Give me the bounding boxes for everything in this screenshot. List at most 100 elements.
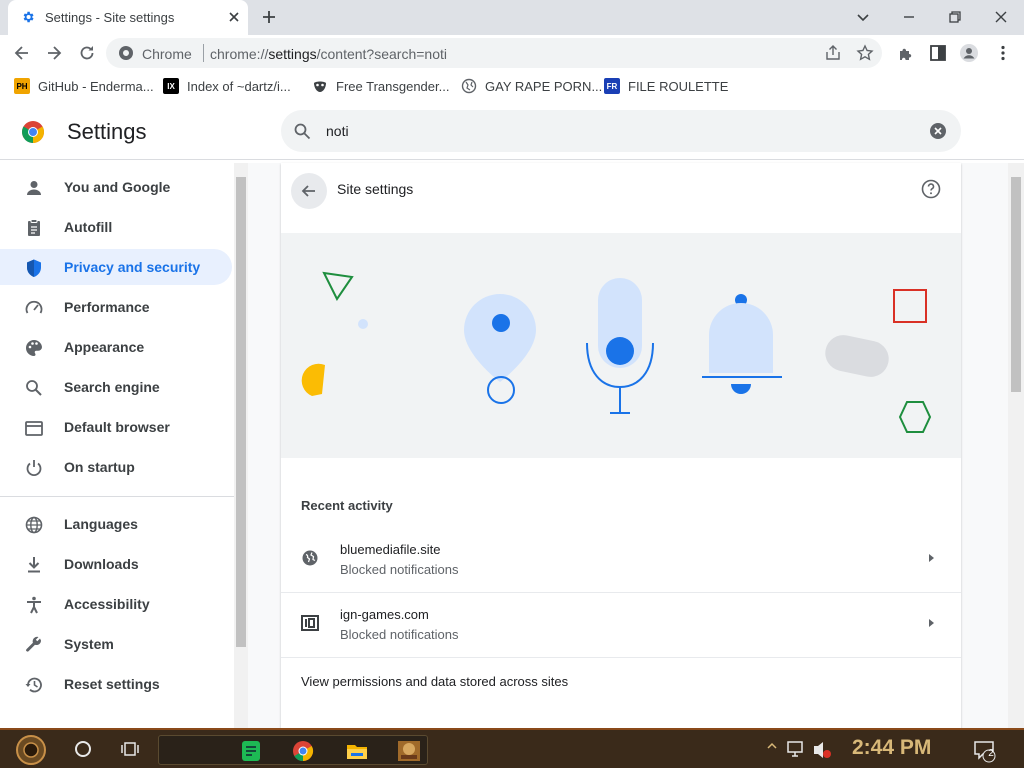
bookmark-globe-site[interactable]: GAY RAPE PORN... [461,77,602,95]
forward-arrow-icon[interactable] [44,43,64,63]
back-arrow-icon[interactable] [12,43,32,63]
search-input[interactable] [326,120,886,142]
start-button-icon[interactable] [14,734,48,766]
clear-search-icon[interactable] [929,122,947,140]
site-settings-illustration [281,233,961,458]
chrome-app-icon[interactable] [291,740,315,762]
bookmark-file-roulette[interactable]: FR FILE ROULETTE [604,77,728,95]
recent-site-row[interactable]: ign-games.com Blocked notifications [281,593,961,658]
extensions-icon[interactable] [896,43,916,63]
new-tab-icon[interactable] [260,8,278,26]
sidebar-item-downloads[interactable]: Downloads [0,546,232,582]
settings-search[interactable] [281,110,961,152]
settings-header: Settings [0,104,1024,160]
sidebar-item-performance[interactable]: Performance [0,289,232,325]
ign-favicon-icon [301,615,319,631]
minimize-icon[interactable] [898,6,920,28]
chevron-right-icon [929,554,934,562]
sidebar-item-reset[interactable]: Reset settings [0,666,232,702]
clipboard-icon [28,219,40,236]
sidebar-item-on-startup[interactable]: On startup [0,449,232,485]
sidebar-item-languages[interactable]: Languages [0,506,232,542]
game-app-icon[interactable] [397,740,421,762]
notes-app-icon[interactable] [239,740,263,762]
back-arrow-icon [301,185,315,197]
globe-icon [25,516,43,534]
sidebar-item-appearance[interactable]: Appearance [0,329,232,365]
tab-title: Settings - Site settings [45,10,175,25]
bookmark-index[interactable]: IX Index of ~dartz/i... [163,77,291,95]
clock[interactable]: 2:44 PM [852,736,931,760]
help-icon[interactable] [921,179,941,199]
search-circle-icon[interactable] [74,740,92,758]
chevron-right-icon [929,619,934,627]
search-icon [294,123,311,140]
main-scroll-thumb[interactable] [1011,177,1021,392]
tab-settings[interactable]: Settings - Site settings [8,0,248,35]
sidebar-scroll-thumb[interactable] [236,177,246,647]
index-favicon-icon: IX [163,78,179,94]
bookmark-label: Free Transgender... [336,78,450,94]
bookmark-label: FILE ROULETTE [628,78,729,94]
recent-site-row[interactable]: bluemediafile.site Blocked notifications [281,528,961,593]
restore-icon[interactable] [944,6,966,28]
bookmarks-bar: PH GitHub - Enderma... IX Index of ~dart… [0,71,1024,99]
shield-icon [27,259,41,277]
bookmark-label: GAY RAPE PORN... [485,78,603,94]
bookmark-free-transgender[interactable]: Free Transgender... [312,77,449,95]
omnibox-separator [203,44,204,62]
close-icon[interactable] [226,9,242,25]
tab-strip: Settings - Site settings [0,0,1024,35]
settings-sidebar: You and Google Autofill Privacy and secu… [0,163,234,728]
file-explorer-icon[interactable] [345,740,369,762]
bookmark-star-icon[interactable] [856,44,874,62]
globe-icon [461,78,477,94]
main-scrollbar[interactable] [1008,163,1024,728]
sidebar-scrollbar[interactable] [234,163,248,728]
side-panel-icon[interactable] [928,43,948,63]
profile-avatar-icon[interactable] [959,43,979,63]
share-icon[interactable] [824,44,842,62]
download-icon [28,557,40,573]
origin-chip: Chrome [142,46,192,62]
sidebar-item-accessibility[interactable]: Accessibility [0,586,232,622]
power-icon [26,460,42,477]
roulette-favicon-icon: FR [604,78,620,94]
task-view-icon[interactable] [120,740,140,758]
palette-icon [26,339,42,356]
ph-favicon-icon: PH [14,78,30,94]
back-button[interactable] [291,173,327,209]
person-icon [27,181,41,195]
wrench-icon [26,636,42,652]
sidebar-item-you-and-google[interactable]: You and Google [0,169,232,205]
close-window-icon[interactable] [990,6,1012,28]
sidebar-item-default-browser[interactable]: Default browser [0,409,232,445]
gear-icon [23,11,34,23]
accessibility-icon [27,596,41,614]
sidebar-divider [0,496,234,497]
sidebar-item-autofill[interactable]: Autofill [0,209,232,245]
kebab-menu-icon[interactable] [993,43,1013,63]
pinned-apps [158,735,428,765]
chrome-site-icon [119,46,133,60]
bookmark-github[interactable]: PH GitHub - Enderma... [14,77,154,95]
sidebar-item-privacy[interactable]: Privacy and security [0,249,232,285]
page-title: Site settings [337,181,414,197]
bookmark-label: Index of ~dartz/i... [187,78,291,94]
address-bar[interactable]: Chrome chrome://settings/content?search=… [106,38,882,68]
row-divider [281,657,961,658]
bookmark-label: GitHub - Enderma... [38,78,154,94]
url-text: chrome://settings/content?search=noti [210,46,447,62]
notification-count-badge: 2 [988,748,994,759]
sidebar-item-search-engine[interactable]: Search engine [0,369,232,405]
taskbar: 2:44 PM 2 [0,728,1024,768]
tab-search-icon[interactable] [852,6,874,28]
sidebar-item-system[interactable]: System [0,626,232,662]
search-icon [26,380,42,396]
reload-icon[interactable] [77,43,97,63]
settings-title: Settings [67,119,147,144]
mask-icon [314,81,326,92]
chrome-logo-icon [22,121,44,143]
recent-activity-heading: Recent activity [301,498,393,513]
view-all-permissions-link[interactable]: View permissions and data stored across … [301,674,568,689]
